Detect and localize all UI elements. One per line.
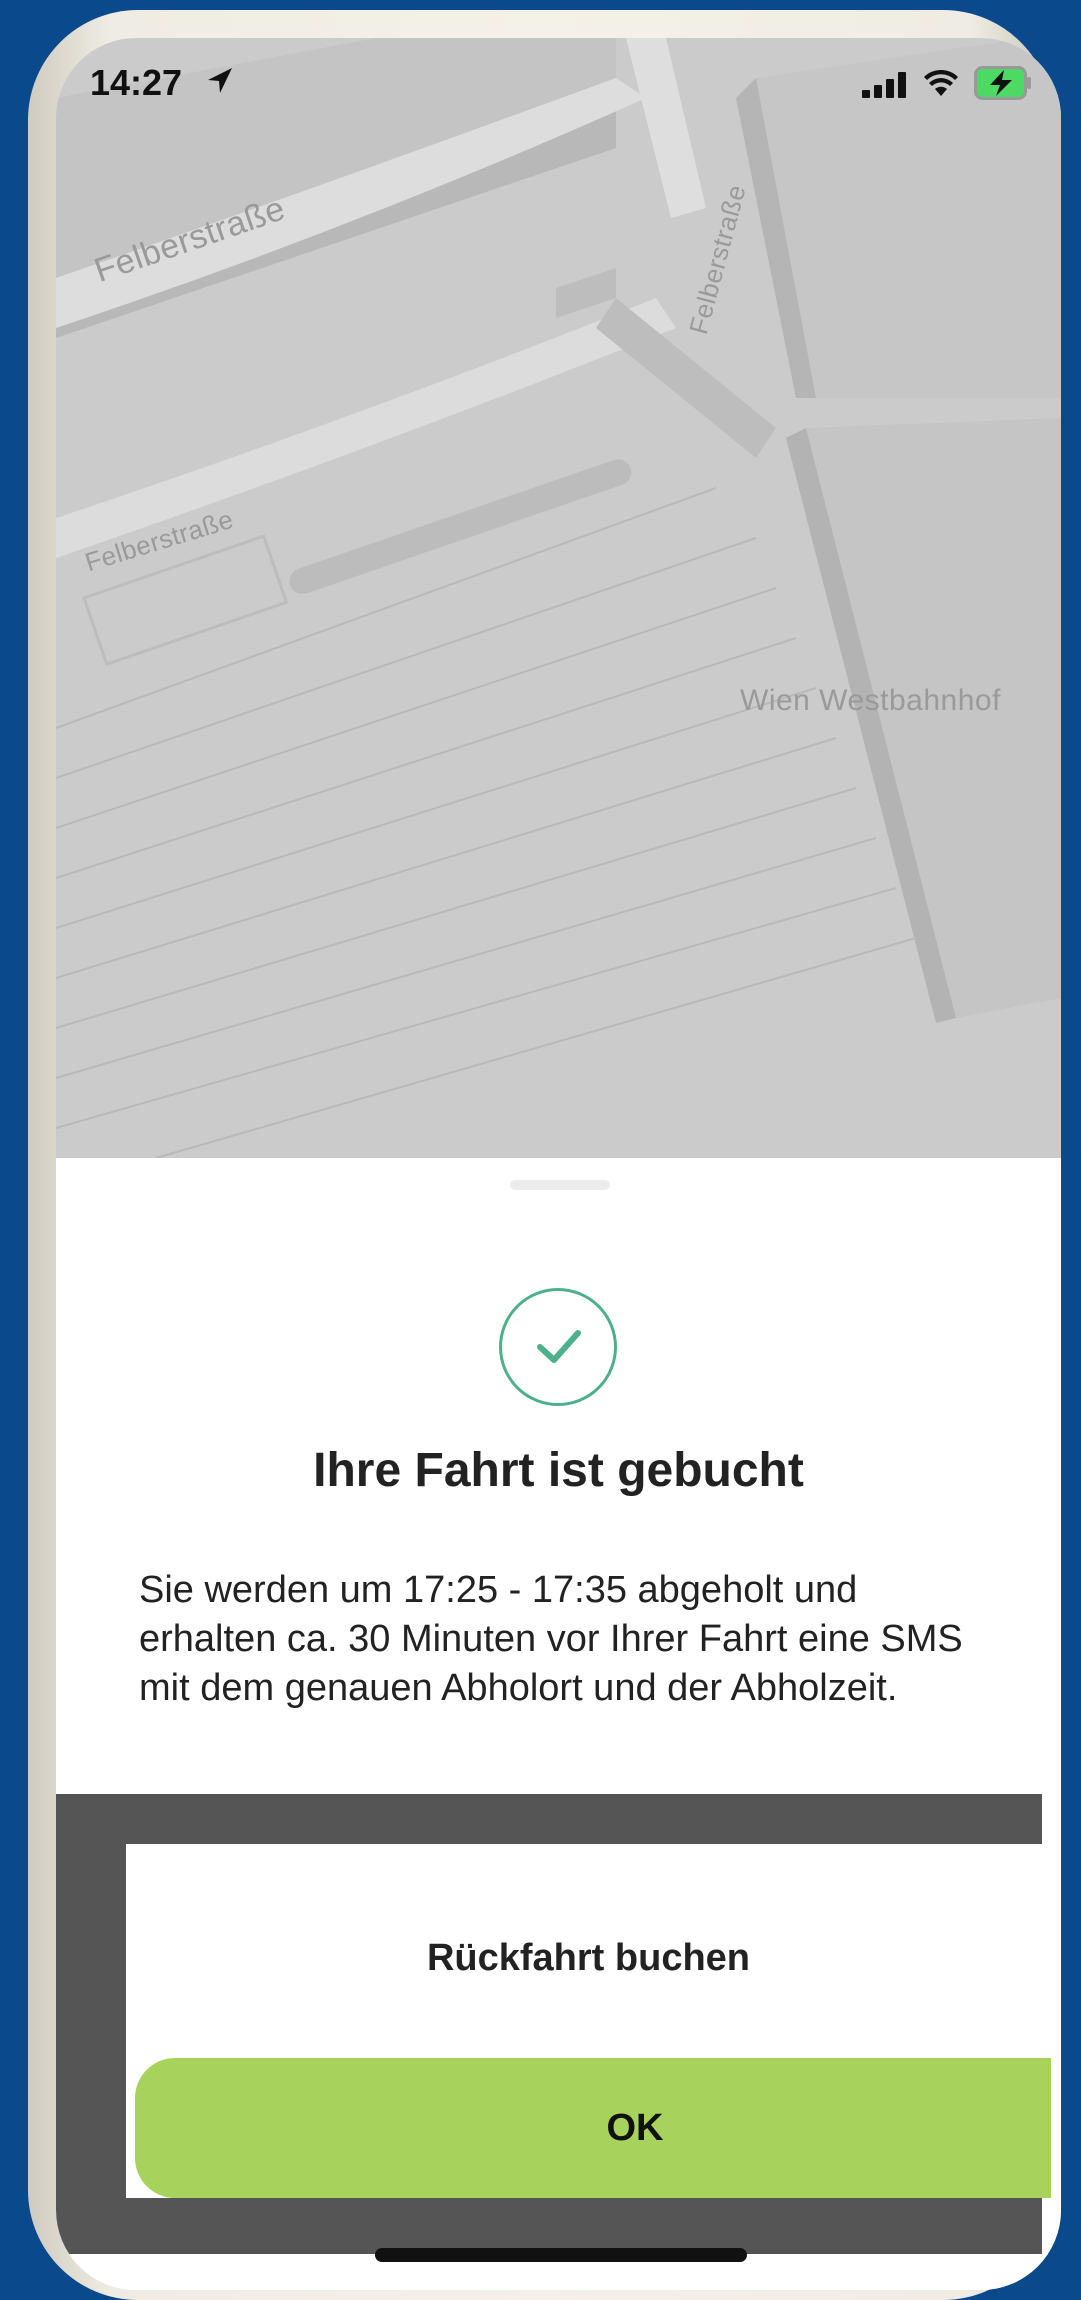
map-poi-label: Wien Westbahnhof (740, 684, 1001, 717)
cellular-signal-icon (862, 72, 906, 98)
home-indicator[interactable] (375, 2248, 747, 2262)
ok-button[interactable]: OK (135, 2058, 1051, 2198)
sheet-drag-handle[interactable] (510, 1180, 610, 1190)
phone-screen: Felberstraße Felberstraße Felberstraße W… (56, 38, 1061, 2290)
book-return-trip-button[interactable]: Rückfahrt buchen (126, 1918, 1051, 1998)
ok-button-label: OK (606, 2106, 664, 2149)
status-time: 14:27 (90, 62, 183, 103)
checkmark-icon (537, 1330, 581, 1363)
location-arrow-icon (208, 68, 232, 93)
wifi-icon (924, 70, 958, 96)
battery-charging-icon (974, 66, 1031, 100)
check-circle-icon (499, 1288, 617, 1406)
railway-tracks (56, 487, 917, 1158)
map-graphics (56, 38, 1061, 1158)
confirmation-title: Ihre Fahrt ist gebucht (313, 1444, 804, 1497)
status-bar: 14:27 (56, 38, 1061, 118)
ok-button-container: OK (126, 2058, 1051, 2198)
confirmation-description: Sie werden um 17:25 - 17:35 abgeholt und… (139, 1569, 963, 1709)
map-view[interactable]: Felberstraße Felberstraße Felberstraße W… (56, 38, 1061, 1158)
